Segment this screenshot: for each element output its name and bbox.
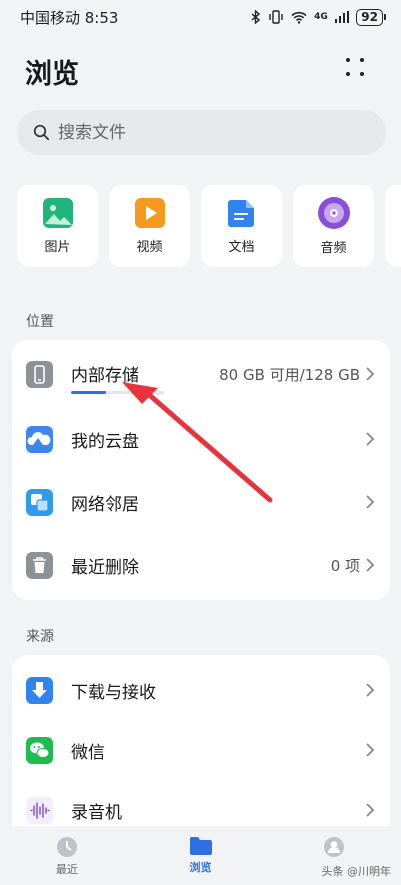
wechat-icon: [26, 736, 53, 764]
section-label-locations: 位置: [26, 314, 54, 330]
category-more[interactable]: [385, 185, 401, 267]
storage-usage-bar: [71, 391, 164, 394]
category-label: 音频: [320, 241, 347, 256]
phone-icon: [26, 360, 53, 388]
category-row: 图片 视频 文档 音频: [17, 185, 401, 267]
section-label-sources: 来源: [26, 629, 54, 645]
storage-capacity: 80 GB 可用/128 GB: [219, 365, 360, 384]
chevron-right-icon: [366, 495, 375, 509]
row-label: 内部存储: [71, 366, 139, 386]
row-label: 微信: [71, 743, 105, 763]
user-icon: [324, 837, 345, 857]
status-bar: 中国移动 8:53 4G 92: [0, 0, 401, 34]
chevron-right-icon: [366, 558, 375, 572]
document-icon: [227, 200, 254, 227]
chevron-right-icon: [366, 432, 375, 446]
signal-icon: [334, 11, 350, 23]
category-documents[interactable]: 文档: [201, 185, 282, 267]
location-internal-storage[interactable]: 内部存储 80 GB 可用/128 GB: [12, 343, 390, 405]
row-label: 下载与接收: [71, 683, 156, 703]
page-title: 浏览: [25, 59, 79, 90]
nav-label: 最近: [55, 863, 78, 876]
download-icon: [26, 676, 53, 704]
cloud-drive-icon: [26, 425, 53, 453]
bluetooth-icon: [251, 10, 261, 24]
category-label: 视频: [136, 240, 163, 255]
search-icon: [33, 124, 50, 141]
sources-card: 下载与接收 微信 录音机: [12, 655, 390, 830]
location-recently-deleted[interactable]: 最近删除 0 项: [12, 534, 390, 596]
nav-label: 浏览: [189, 861, 212, 874]
search-bar[interactable]: [17, 110, 386, 155]
row-label: 网络邻居: [71, 495, 139, 515]
battery-level: 92: [356, 8, 386, 26]
location-network-neighborhood[interactable]: 网络邻居: [12, 471, 390, 533]
locations-card: 内部存储 80 GB 可用/128 GB 我的云盘 网络邻居 最近删除 0 项: [12, 340, 390, 600]
image-icon: [42, 198, 73, 228]
row-label: 最近删除: [71, 558, 139, 578]
audio-icon: [317, 197, 350, 229]
chevron-right-icon: [366, 683, 375, 697]
trash-icon: [26, 551, 53, 579]
category-videos[interactable]: 视频: [109, 185, 190, 267]
carrier-time: 中国移动 8:53: [20, 8, 119, 27]
recorder-icon: [26, 796, 53, 824]
source-downloads[interactable]: 下载与接收: [12, 659, 390, 721]
row-label: 录音机: [71, 803, 122, 823]
network-icon: [26, 488, 53, 516]
chevron-right-icon: [366, 367, 375, 381]
deleted-count: 0 项: [330, 556, 360, 575]
category-audio[interactable]: 音频: [293, 185, 374, 267]
video-icon: [134, 198, 165, 228]
nav-recent[interactable]: 最近: [0, 826, 134, 885]
location-cloud-drive[interactable]: 我的云盘: [12, 408, 390, 470]
row-label: 我的云盘: [71, 432, 139, 452]
chevron-right-icon: [366, 803, 375, 817]
clock-icon: [56, 837, 77, 857]
status-icons: 4G 92: [251, 8, 386, 26]
vibrate-icon: [269, 10, 283, 24]
category-label: 文档: [228, 240, 255, 255]
search-input[interactable]: [58, 122, 358, 143]
category-images[interactable]: 图片: [17, 185, 98, 267]
network-type: 4G: [314, 12, 328, 22]
nav-browse[interactable]: 浏览: [134, 826, 268, 885]
folder-icon: [189, 837, 212, 855]
more-options-icon[interactable]: [346, 58, 368, 80]
watermark: 头条 @川明年: [321, 865, 392, 878]
source-wechat[interactable]: 微信: [12, 719, 390, 781]
wifi-icon: [291, 11, 307, 24]
category-label: 图片: [44, 240, 71, 255]
chevron-right-icon: [366, 743, 375, 757]
